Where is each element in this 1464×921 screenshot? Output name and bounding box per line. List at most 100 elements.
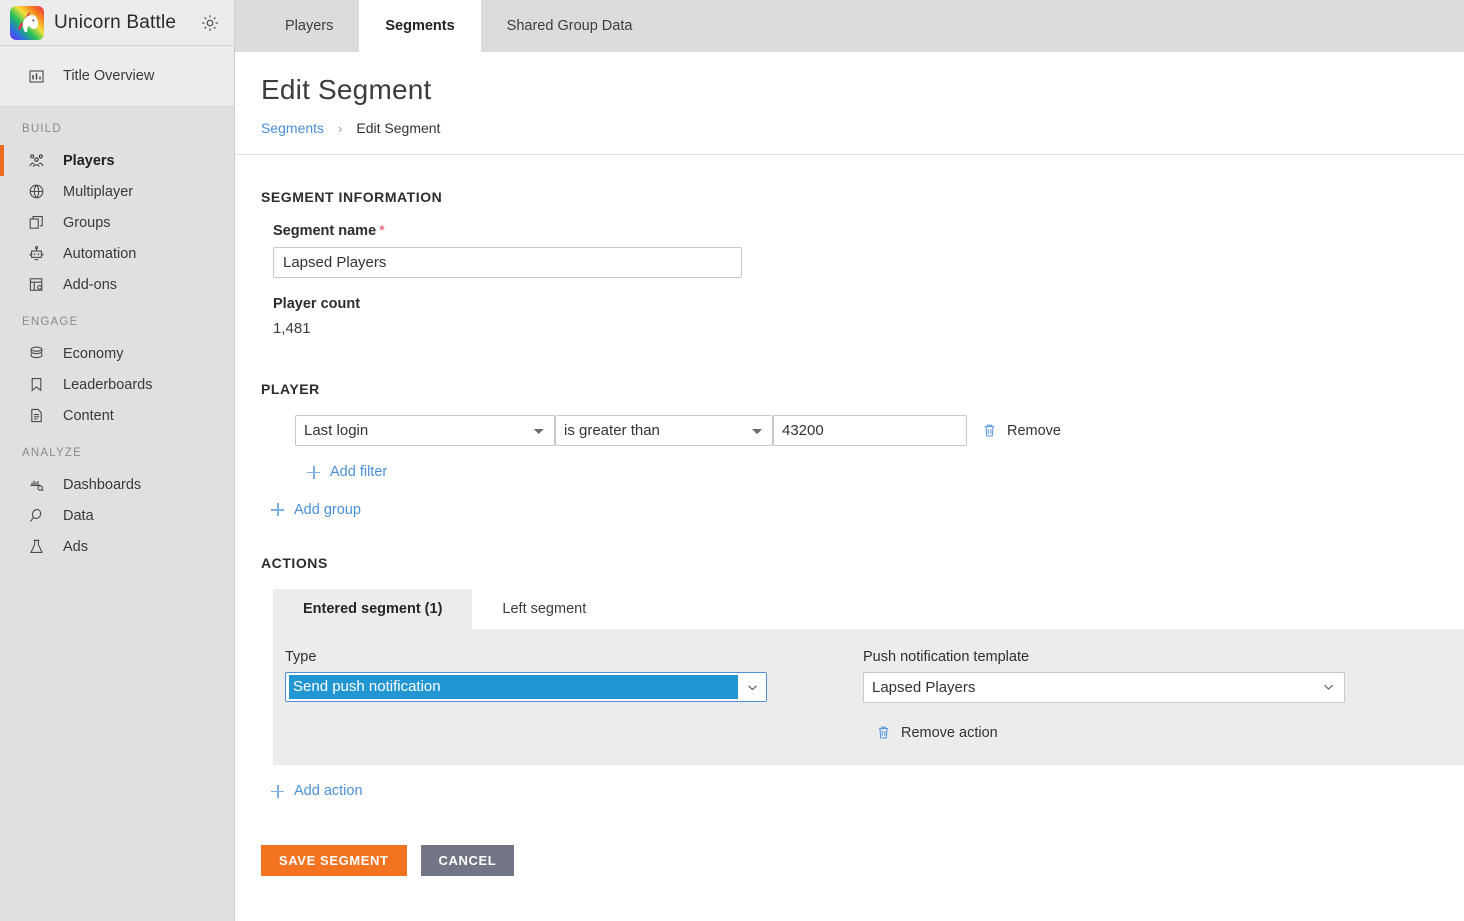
brand-header: Unicorn Battle — [0, 0, 234, 46]
chevron-down-icon — [738, 673, 766, 701]
action-type-value: Send push notification — [289, 675, 738, 699]
sidebar-item-dashboards[interactable]: Dashboards — [0, 469, 234, 500]
action-type-select[interactable]: Send push notification — [285, 672, 767, 702]
add-group-wrapper: Add group — [271, 484, 1464, 522]
layers-icon — [28, 214, 45, 231]
remove-filter-label: Remove — [1007, 422, 1061, 439]
sidebar-item-leaderboards[interactable]: Leaderboards — [0, 369, 234, 400]
bookmark-icon — [28, 376, 45, 393]
breadcrumb-link-segments[interactable]: Segments — [261, 120, 324, 136]
sidebar-item-label: Add-ons — [63, 276, 118, 293]
sidebar-item-label: Title Overview — [63, 68, 155, 84]
filter-operator-select[interactable]: is greater than — [555, 415, 773, 446]
tab-segments[interactable]: Segments — [359, 0, 481, 52]
chevron-down-icon — [1323, 679, 1334, 696]
segment-information-heading: SEGMENT INFORMATION — [261, 189, 443, 205]
tab-entered-segment[interactable]: Entered segment (1) — [273, 589, 473, 629]
push-template-value: Lapsed Players — [872, 679, 976, 696]
sidebar-item-label: Groups — [63, 214, 111, 231]
sidebar-item-ads[interactable]: Ads — [0, 531, 234, 562]
unicorn-logo — [10, 5, 44, 40]
sidebar-item-label: Economy — [63, 345, 124, 362]
players-icon — [28, 152, 45, 169]
chevron-right-icon: › — [338, 120, 343, 136]
document-icon — [28, 407, 45, 424]
action-type-column: Type Send push notification — [285, 649, 863, 741]
flask-icon — [28, 538, 45, 555]
filter-value-input[interactable] — [773, 415, 967, 446]
addons-icon — [28, 276, 45, 293]
segment-name-input[interactable] — [273, 247, 742, 278]
sidebar-item-label: Dashboards — [63, 476, 142, 493]
save-segment-button[interactable]: SAVE SEGMENT — [261, 844, 407, 876]
sidebar-group-build: BUILD Players Multiplayer Groups Automat… — [0, 107, 234, 300]
cancel-button[interactable]: CANCEL — [420, 844, 515, 876]
globe-icon — [28, 183, 45, 200]
filter-row: Last login is greater than Remove — [295, 415, 1464, 446]
push-template-select[interactable]: Lapsed Players — [863, 672, 1345, 703]
plus-icon — [307, 465, 320, 479]
trash-icon — [981, 422, 998, 439]
plus-icon — [271, 503, 284, 516]
sidebar-item-multiplayer[interactable]: Multiplayer — [0, 176, 234, 207]
coins-icon — [28, 345, 45, 362]
sidebar-item-label: Multiplayer — [63, 183, 134, 200]
brand-title: Unicorn Battle — [54, 11, 177, 33]
required-marker: * — [379, 223, 385, 239]
add-filter-button[interactable]: Add filter — [307, 464, 387, 480]
add-action-button[interactable]: Add action — [271, 783, 363, 799]
robot-icon — [28, 245, 45, 262]
sidebar-item-economy[interactable]: Economy — [0, 338, 234, 369]
form-actions: SAVE SEGMENT CANCEL — [261, 844, 1464, 876]
sidebar-group-heading: ENGAGE — [22, 316, 79, 328]
sidebar-group-heading: BUILD — [22, 123, 62, 135]
segment-name-label: Segment name * — [273, 223, 1464, 239]
add-action-wrapper: Add action — [271, 765, 1464, 803]
add-group-button[interactable]: Add group — [271, 502, 361, 518]
actions-panel: Type Send push notification Push notific… — [273, 629, 1464, 765]
page-title: Edit Segment — [261, 74, 432, 105]
remove-filter-button[interactable]: Remove — [981, 422, 1061, 439]
sidebar-item-title-overview[interactable]: Title Overview — [0, 46, 234, 107]
app-root: Unicorn Battle Title Overview BUILD Play… — [0, 0, 1464, 921]
add-action-label: Add action — [294, 783, 363, 799]
tab-shared-group-data[interactable]: Shared Group Data — [481, 0, 659, 52]
add-filter-wrapper: Add filter — [307, 446, 1464, 484]
filter-property-select[interactable]: Last login — [295, 415, 555, 446]
sidebar-item-label: Data — [63, 507, 94, 524]
actions-section-heading: ACTIONS — [261, 555, 328, 571]
segment-information-body: Segment name* Player count 1,481 — [261, 223, 1464, 337]
sidebar-item-label: Automation — [63, 245, 137, 262]
sidebar-item-add-ons[interactable]: Add-ons — [0, 269, 234, 300]
breadcrumb-current: Edit Segment — [356, 120, 441, 136]
push-template-label: Push notification template — [863, 649, 1030, 665]
tab-players[interactable]: Players — [259, 0, 359, 52]
sidebar-item-groups[interactable]: Groups — [0, 207, 234, 238]
gear-icon[interactable] — [200, 13, 220, 33]
tab-left-segment[interactable]: Left segment — [472, 589, 617, 629]
sidebar-item-automation[interactable]: Automation — [0, 238, 234, 269]
bar-chart-icon — [28, 68, 45, 85]
sidebar-group-analyze: ANALYZE Dashboards Data Ads — [0, 431, 234, 562]
segment-name-label-text: Segment name — [273, 223, 377, 239]
add-group-label: Add group — [294, 501, 361, 518]
form-content: SEGMENT INFORMATION Segment name* Player… — [235, 155, 1464, 876]
sidebar-item-label: Ads — [63, 538, 88, 555]
plus-icon — [271, 784, 284, 798]
breadcrumb: Segments › Edit Segment — [261, 120, 1464, 154]
sidebar-item-players[interactable]: Players — [0, 145, 234, 176]
remove-action-label: Remove action — [901, 724, 998, 741]
sidebar-item-data[interactable]: Data — [0, 500, 234, 531]
actions-tabs: Entered segment (1) Left segment — [273, 589, 1464, 629]
sidebar: Unicorn Battle Title Overview BUILD Play… — [0, 0, 235, 921]
sidebar-item-label: Players — [63, 152, 115, 169]
add-filter-label: Add filter — [330, 464, 388, 480]
push-template-column: Push notification template Lapsed Player… — [863, 649, 1464, 741]
sidebar-item-content[interactable]: Content — [0, 400, 234, 431]
page-header: Edit Segment Segments › Edit Segment — [235, 52, 1464, 154]
sidebar-group-engage: ENGAGE Economy Leaderboards Content — [0, 300, 234, 431]
sidebar-item-label: Content — [63, 407, 114, 424]
remove-action-button[interactable]: Remove action — [875, 724, 1464, 741]
top-tabs: Players Segments Shared Group Data — [235, 0, 1464, 52]
